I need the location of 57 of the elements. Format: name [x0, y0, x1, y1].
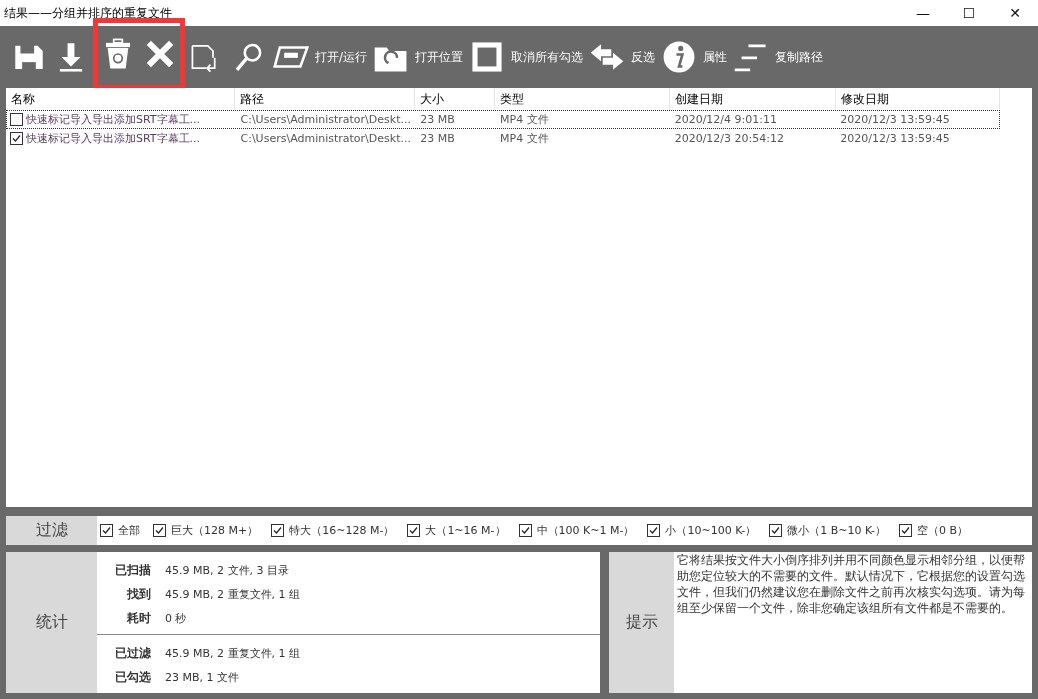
toolbar-button[interactable]: 取消所有勾选 — [467, 34, 586, 80]
toolbar-button[interactable]: 属性 — [659, 34, 730, 80]
table-cell: MP4 文件 — [500, 112, 549, 127]
checkbox[interactable] — [647, 524, 661, 537]
table-cell: 2020/12/3 20:54:12 — [674, 132, 784, 145]
checkbox[interactable] — [153, 524, 166, 537]
checkbox-label[interactable]: 全部 — [118, 523, 140, 538]
filter-label: 过滤 — [6, 516, 97, 545]
toolbar-button[interactable]: 复制路径 — [731, 34, 826, 80]
checkbox-label[interactable]: 特大（16~128 M-） — [289, 523, 395, 538]
table-cell: 2020/12/4 9:01:11 — [674, 113, 777, 126]
checkbox-label[interactable]: 巨大（128 M+） — [171, 523, 259, 538]
stat-name: 耗时 — [126, 609, 151, 627]
table-cell: 23 MB — [420, 113, 455, 126]
table-cell: C:\Users\Administrator\Deskt... — [240, 113, 411, 126]
table-cell: 2020/12/3 13:59:45 — [840, 113, 950, 126]
toolbar-button[interactable]: 打开位置 — [371, 34, 466, 80]
checkbox[interactable] — [898, 524, 912, 537]
checkbox[interactable] — [10, 113, 23, 126]
checkbox[interactable] — [271, 524, 285, 537]
stat-name: 已过滤 — [114, 644, 151, 662]
stat-name: 已勾选 — [114, 668, 151, 686]
stat-value: 0 秒 — [165, 610, 187, 626]
stat-name: 已扫描 — [114, 561, 151, 579]
checkbox-label[interactable]: 微小（1 B~10 K-） — [787, 523, 886, 538]
stat-name: 找到 — [126, 585, 151, 603]
checkbox[interactable] — [100, 524, 113, 537]
checkbox[interactable] — [518, 524, 532, 537]
window-title: 结果——分组并排序的重复文件 — [3, 4, 172, 22]
checkbox-label[interactable]: 中（100 K~1 M-） — [536, 523, 635, 538]
table-cell: 2020/12/3 13:59:45 — [840, 132, 950, 145]
toolbar-button[interactable]: 打开/运行 — [271, 34, 370, 80]
column-header[interactable]: 修改日期 — [836, 88, 1000, 110]
stat-value: 45.9 MB, 2 重复文件, 1 组 — [165, 645, 300, 661]
checkbox[interactable] — [769, 524, 783, 537]
toolbar-button[interactable]: 反选 — [587, 34, 658, 80]
table-cell: 快速标记导入导出添加SRT字幕工... — [26, 112, 201, 127]
column-header[interactable]: 大小 — [415, 88, 495, 110]
checkbox[interactable] — [407, 524, 421, 537]
checkbox[interactable] — [10, 132, 23, 145]
hint-text: 它将结果按文件大小倒序排列并用不同颜色显示相邻分组，以便帮助您定位较大的不需要的文件。默认情况下，它根据您的设置勾选文件，但我们仍然建议您在删除文件之前再次核实勾选项。请为每组至少保留一个文件，除非您确定该组所有文件都是不需要的。 — [676, 552, 1026, 617]
stats-label: 统计 — [6, 552, 97, 693]
column-header[interactable]: 路径 — [235, 88, 415, 110]
checkbox-label[interactable]: 空（0 B） — [916, 523, 968, 538]
column-header[interactable]: 创建日期 — [670, 88, 836, 110]
stat-value: 23 MB, 1 文件 — [165, 669, 240, 685]
checkbox-label[interactable]: 大（1~16 M-） — [425, 523, 506, 538]
table-cell: C:\Users\Administrator\Deskt... — [240, 132, 411, 145]
column-header[interactable]: 名称 — [6, 88, 235, 110]
table-cell: MP4 文件 — [500, 131, 549, 146]
column-header[interactable]: 类型 — [495, 88, 670, 110]
hint-label: 提示 — [609, 552, 674, 693]
stat-value: 45.9 MB, 2 重复文件, 1 组 — [165, 586, 300, 602]
table-cell: 23 MB — [420, 132, 455, 145]
table-cell: 快速标记导入导出添加SRT字幕工... — [26, 131, 201, 146]
checkbox-label[interactable]: 小（10~100 K-） — [665, 523, 757, 538]
stat-value: 45.9 MB, 2 文件, 3 目录 — [165, 562, 289, 578]
